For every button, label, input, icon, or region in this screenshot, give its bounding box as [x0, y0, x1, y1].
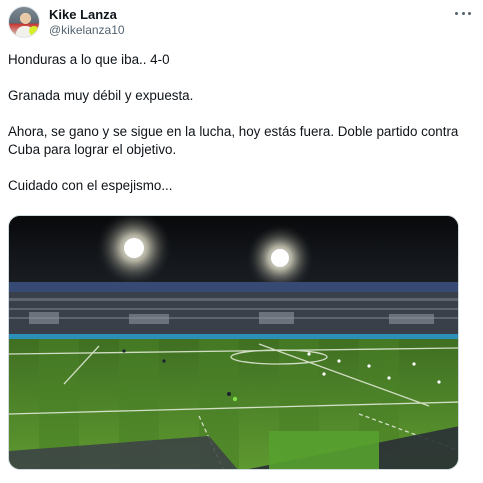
tweet-text: Honduras a lo que iba.. 4-0 Granada muy …: [8, 51, 468, 213]
author-handle[interactable]: @kikelanza10: [49, 23, 125, 37]
avatar[interactable]: [8, 6, 40, 38]
stadium-photo-icon: [9, 216, 458, 469]
tweet-paragraph: Granada muy débil y expuesta.: [8, 88, 194, 103]
tweet-paragraph: Ahora, se gano y se sigue en la lucha, h…: [8, 124, 459, 157]
tweet-paragraph: Cuidado con el espejismo...: [8, 178, 173, 193]
more-dot-icon: [455, 11, 458, 15]
author-name[interactable]: Kike Lanza: [49, 7, 117, 22]
avatar-badge-icon: [29, 26, 39, 36]
more-dot-icon: [461, 11, 465, 15]
tweet-paragraph: Honduras a lo que iba.. 4-0: [8, 52, 170, 67]
more-dot-icon: [468, 11, 471, 15]
more-options-icon[interactable]: [455, 8, 471, 18]
tweet-photo[interactable]: [8, 215, 459, 470]
tweet-header: Kike Lanza @kikelanza10: [8, 5, 475, 39]
